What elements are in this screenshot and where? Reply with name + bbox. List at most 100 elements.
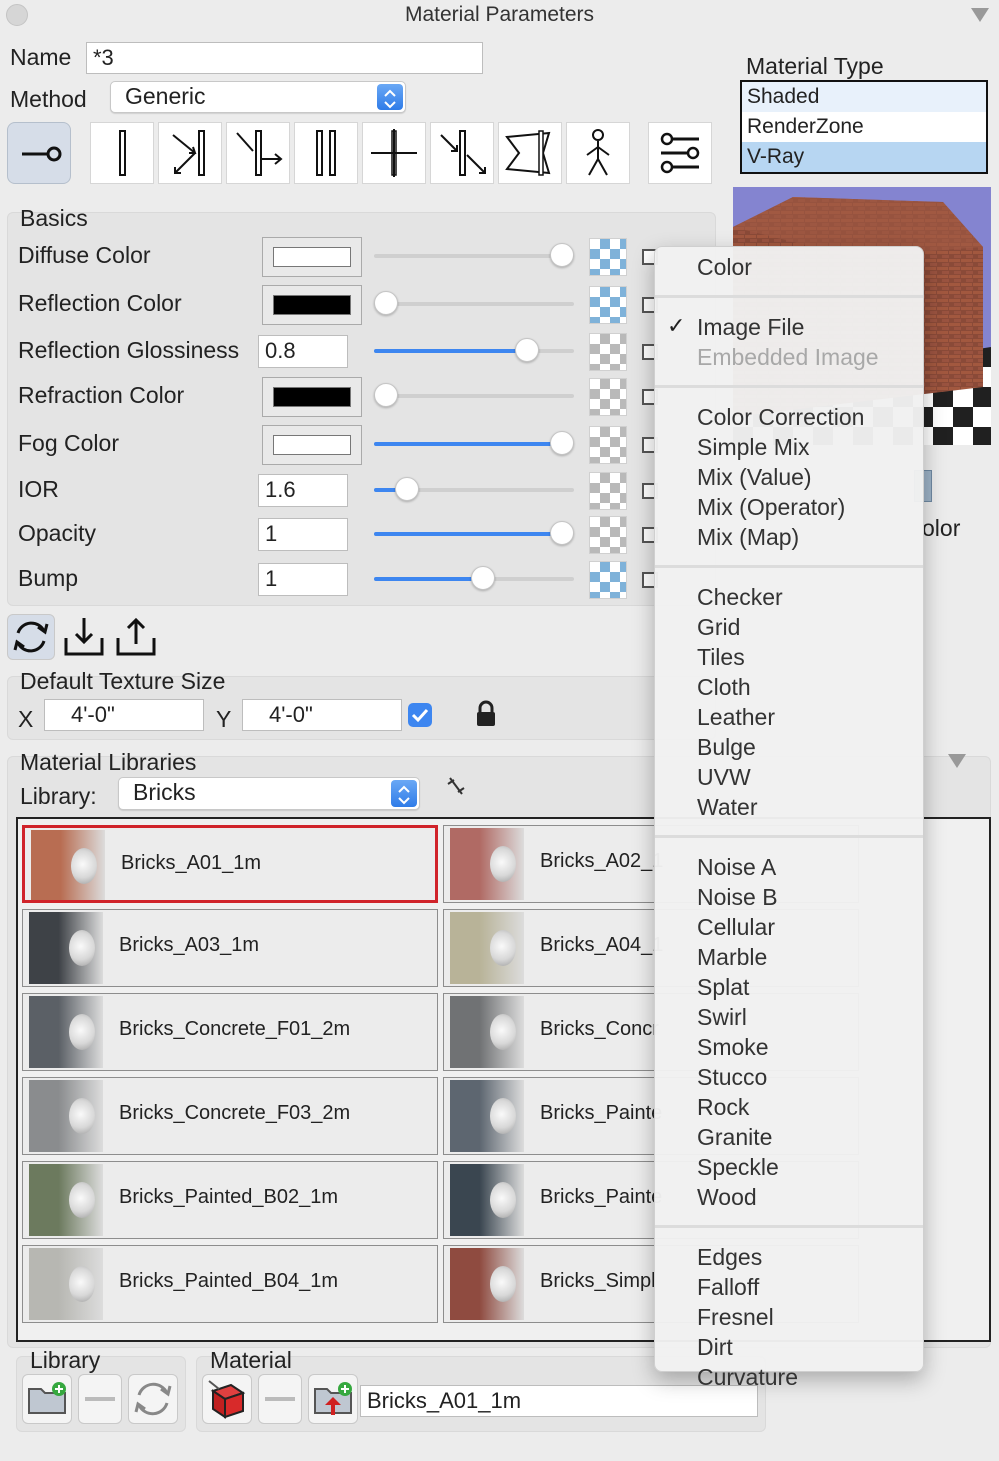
reflection-glossiness-slider-knob[interactable]	[514, 338, 539, 362]
lock-icon[interactable]	[474, 700, 498, 728]
method-select[interactable]: Generic	[110, 81, 406, 113]
refraction-color-slider[interactable]	[374, 394, 574, 398]
opacity-texture-slot[interactable]	[589, 516, 627, 554]
reload-library-button[interactable]	[128, 1374, 178, 1424]
reflection-glossiness-slider[interactable]	[374, 349, 574, 353]
fog-color-swatch[interactable]	[262, 425, 362, 465]
menu-item-cellular[interactable]: Cellular	[697, 914, 775, 941]
menu-item-color[interactable]: Color	[697, 254, 752, 281]
remove-material-button[interactable]	[258, 1374, 302, 1424]
texture-x-input[interactable]: 4'-0"	[44, 699, 204, 731]
add-to-library-button[interactable]	[308, 1374, 358, 1424]
refraction-color-slider-knob[interactable]	[374, 383, 398, 407]
refraction-color-texture-slot[interactable]	[589, 378, 627, 416]
walk-button[interactable]	[566, 122, 630, 184]
fog-color-texture-slot[interactable]	[589, 426, 627, 464]
sym-line-button[interactable]	[90, 122, 154, 184]
opacity-slider[interactable]	[374, 532, 574, 536]
reflection-color-swatch[interactable]	[262, 285, 362, 325]
menu-item-image-file[interactable]: Image File	[697, 314, 804, 341]
bump-texture-slot[interactable]	[589, 561, 627, 599]
menu-item-mix-value-[interactable]: Mix (Value)	[697, 464, 812, 491]
diffuse-color-texture-slot[interactable]	[589, 238, 627, 276]
reflection-color-texture-slot[interactable]	[589, 286, 627, 324]
menu-item-swirl[interactable]: Swirl	[697, 1004, 747, 1031]
menu-item-checker[interactable]: Checker	[697, 584, 783, 611]
menu-item-falloff[interactable]: Falloff	[697, 1274, 759, 1301]
menu-item-stucco[interactable]: Stucco	[697, 1064, 767, 1091]
menu-item-leather[interactable]: Leather	[697, 704, 775, 731]
library-item[interactable]: Bricks_Concrete_F03_2m	[22, 1077, 438, 1155]
library-item[interactable]: Bricks_A03_1m	[22, 909, 438, 987]
menu-item-splat[interactable]: Splat	[697, 974, 749, 1001]
menu-item-edges[interactable]: Edges	[697, 1244, 762, 1271]
reflection-color-slider-knob[interactable]	[374, 291, 398, 315]
sym-plus-button[interactable]	[362, 122, 426, 184]
ior-input[interactable]: 1.6	[258, 474, 348, 507]
library-select[interactable]: Bricks	[118, 777, 420, 810]
sym-reflect-button[interactable]	[158, 122, 222, 184]
sym-radial-button[interactable]	[430, 122, 494, 184]
menu-item-wood[interactable]: Wood	[697, 1184, 757, 1211]
ior-texture-slot[interactable]	[589, 472, 627, 510]
key-tool-button[interactable]	[7, 122, 71, 184]
refraction-color-swatch[interactable]	[262, 377, 362, 417]
menu-item-noise-a[interactable]: Noise A	[697, 854, 776, 881]
refresh-button[interactable]	[7, 614, 55, 660]
reflection-color-slider[interactable]	[374, 302, 574, 306]
menu-item-rock[interactable]: Rock	[697, 1094, 749, 1121]
fog-color-slider-knob[interactable]	[550, 431, 574, 455]
panel-menu-arrow-icon[interactable]	[971, 8, 989, 22]
menu-item-granite[interactable]: Granite	[697, 1124, 772, 1151]
texture-type-menu[interactable]: Color ✓ Image File Embedded Image Color Corr…	[654, 246, 924, 1390]
menu-item-mix-map-[interactable]: Mix (Map)	[697, 524, 799, 551]
sym-cross-button[interactable]	[226, 122, 290, 184]
bump-slider-knob[interactable]	[470, 566, 495, 590]
ior-slider-knob[interactable]	[395, 477, 420, 501]
libraries-collapse-arrow-icon[interactable]	[948, 754, 966, 768]
material-to-object-button[interactable]	[202, 1374, 252, 1424]
link-size-checkbox[interactable]	[408, 703, 432, 727]
sym-mirror-shape-button[interactable]	[498, 122, 562, 184]
menu-item-speckle[interactable]: Speckle	[697, 1154, 779, 1181]
menu-item-water[interactable]: Water	[697, 794, 758, 821]
name-input[interactable]: *3	[86, 42, 483, 74]
opacity-input[interactable]: 1	[258, 518, 348, 551]
menu-item-smoke[interactable]: Smoke	[697, 1034, 769, 1061]
menu-item-tiles[interactable]: Tiles	[697, 644, 745, 671]
library-item[interactable]: Bricks_Painted_B02_1m	[22, 1161, 438, 1239]
menu-item-noise-b[interactable]: Noise B	[697, 884, 778, 911]
menu-item-marble[interactable]: Marble	[697, 944, 767, 971]
reflection-glossiness-input[interactable]: 0.8	[258, 335, 348, 368]
window-close-button[interactable]	[6, 4, 28, 26]
menu-item-fresnel[interactable]: Fresnel	[697, 1304, 774, 1331]
disconnect-icon[interactable]	[444, 774, 468, 798]
menu-item-color-correction[interactable]: Color Correction	[697, 404, 864, 431]
menu-item-bulge[interactable]: Bulge	[697, 734, 756, 761]
bump-input[interactable]: 1	[258, 563, 348, 596]
diffuse-color-swatch[interactable]	[262, 237, 362, 277]
material-type-vray[interactable]: V-Ray	[742, 142, 986, 172]
menu-item-cloth[interactable]: Cloth	[697, 674, 751, 701]
menu-item-mix-operator-[interactable]: Mix (Operator)	[697, 494, 845, 521]
new-library-button[interactable]	[22, 1374, 72, 1424]
menu-item-curvature[interactable]: Curvature	[697, 1364, 798, 1391]
remove-library-button[interactable]	[78, 1374, 122, 1424]
library-item[interactable]: Bricks_Painted_B04_1m	[22, 1245, 438, 1323]
material-type-list[interactable]: Shaded RenderZone V-Ray	[740, 80, 988, 174]
library-item[interactable]: Bricks_A01_1m	[22, 825, 438, 903]
menu-item-simple-mix[interactable]: Simple Mix	[697, 434, 809, 461]
material-type-renderzone[interactable]: RenderZone	[742, 112, 986, 142]
import-button[interactable]	[62, 614, 106, 660]
library-item[interactable]: Bricks_Concrete_F01_2m	[22, 993, 438, 1071]
options-button[interactable]	[648, 122, 712, 184]
material-type-shaded[interactable]: Shaded	[742, 82, 986, 112]
opacity-slider-knob[interactable]	[550, 521, 574, 545]
menu-item-dirt[interactable]: Dirt	[697, 1334, 733, 1361]
texture-y-input[interactable]: 4'-0"	[242, 699, 402, 731]
sym-double-line-button[interactable]	[294, 122, 358, 184]
diffuse-color-slider-knob[interactable]	[550, 243, 574, 267]
menu-item-grid[interactable]: Grid	[697, 614, 740, 641]
export-button[interactable]	[114, 614, 158, 660]
menu-item-uvw[interactable]: UVW	[697, 764, 751, 791]
